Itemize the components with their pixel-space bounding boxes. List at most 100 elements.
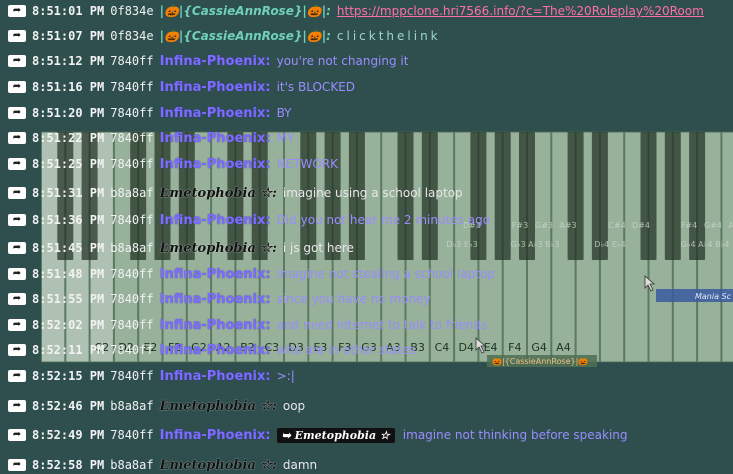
user-name[interactable]: Infina-Phoenix: <box>160 318 271 333</box>
user-name[interactable]: Emetophobia ☆: <box>160 186 277 201</box>
chat-message: ➦ 8:52:15 PM 7840ff Infina-Phoenix: >:| <box>8 367 295 385</box>
message-text: oop <box>282 399 306 413</box>
chat-message: ➦ 8:51:45 PM b8a8af Emetophobia ☆: i js got … <box>8 239 354 257</box>
message-time: 8:51:25 PM <box>32 157 105 171</box>
user-name[interactable]: Infina-Phoenix: <box>160 292 271 307</box>
reply-button[interactable]: ➦ <box>8 55 26 67</box>
reply-mention[interactable]: ➥ Emetophobia ☆ <box>276 427 395 443</box>
message-text: imagine not thinking before speaking <box>402 428 628 442</box>
reply-arrow-icon: ➦ <box>12 55 22 66</box>
reply-button[interactable]: ➦ <box>8 344 26 356</box>
chat-message: ➦ 8:52:11 PM 7840ff Infina-Phoenix: who are … <box>8 341 416 359</box>
reply-arrow-icon: ➦ <box>12 293 22 304</box>
chat-message: ➦ 8:52:02 PM 7840ff Infina-Phoenix: and need… <box>8 316 487 334</box>
message-link[interactable]: https://mppclone.hri7566.info/?c=The%20R… <box>337 4 704 18</box>
reply-button[interactable]: ➦ <box>8 400 26 412</box>
chat-log: ➦ 8:51:01 PM 0f834e |🎃|{CassieAnnRose}|🎃|: h… <box>0 0 733 474</box>
reply-button[interactable]: ➦ <box>8 5 26 17</box>
user-id: 7840ff <box>110 267 154 281</box>
user-id: b8a8af <box>110 241 154 255</box>
user-id: 7840ff <box>110 80 154 94</box>
reply-arrow-icon: ➦ <box>12 344 22 355</box>
reply-arrow-icon: ➦ <box>12 132 22 143</box>
reply-button[interactable]: ➦ <box>8 30 26 42</box>
message-text: BY <box>276 106 292 120</box>
chat-message: ➦ 8:51:20 PM 7840ff Infina-Phoenix: BY <box>8 104 292 122</box>
user-name[interactable]: Infina-Phoenix: <box>160 428 271 443</box>
reply-button[interactable]: ➦ <box>8 187 26 199</box>
reply-button[interactable]: ➦ <box>8 459 26 471</box>
reply-arrow-icon: ➦ <box>12 242 22 253</box>
chat-message: ➦ 8:51:12 PM 7840ff Infina-Phoenix: you're n… <box>8 52 408 70</box>
reply-arrow-icon: ➦ <box>12 459 22 470</box>
user-name[interactable]: Infina-Phoenix: <box>160 106 271 121</box>
user-name[interactable]: Infina-Phoenix: <box>160 54 271 69</box>
message-time: 8:52:58 PM <box>32 458 105 472</box>
user-id: b8a8af <box>110 458 154 472</box>
message-time: 8:51:36 PM <box>32 213 105 227</box>
message-text: imagine not stealing a school laptop <box>276 267 496 281</box>
user-id: 0f834e <box>110 4 154 18</box>
message-text: it's BLOCKED <box>276 80 356 94</box>
reply-button[interactable]: ➦ <box>8 81 26 93</box>
message-time: 8:51:48 PM <box>32 267 105 281</box>
message-text: Did you not hear me 2 minutes ago <box>276 213 491 227</box>
user-name[interactable]: Emetophobia ☆: <box>160 399 277 414</box>
reply-arrow-icon: ➦ <box>12 370 22 381</box>
user-id: 7840ff <box>110 369 154 383</box>
user-name[interactable]: Infina-Phoenix: <box>160 343 271 358</box>
message-text: MY <box>276 131 295 145</box>
user-name[interactable]: Infina-Phoenix: <box>160 369 271 384</box>
reply-arrow-icon: ➦ <box>12 187 22 198</box>
message-time: 8:52:02 PM <box>32 318 105 332</box>
user-name[interactable]: Emetophobia ☆: <box>160 458 277 473</box>
user-id: 7840ff <box>110 131 154 145</box>
user-id: 7840ff <box>110 54 154 68</box>
reply-button[interactable]: ➦ <box>8 132 26 144</box>
user-name[interactable]: |🎃|{CassieAnnRose}|🎃|: <box>160 4 331 18</box>
reply-button[interactable]: ➦ <box>8 214 26 226</box>
chat-message: ➦ 8:51:36 PM 7840ff Infina-Phoenix: Did you … <box>8 211 490 229</box>
message-time: 8:52:11 PM <box>32 343 105 357</box>
user-name[interactable]: Infina-Phoenix: <box>160 80 271 95</box>
message-time: 8:52:15 PM <box>32 369 105 383</box>
user-name[interactable]: |🎃|{CassieAnnRose}|🎃|: <box>160 29 331 43</box>
reply-arrow-icon: ➦ <box>12 400 22 411</box>
chat-message: ➦ 8:51:16 PM 7840ff Infina-Phoenix: it's BLO… <box>8 78 355 96</box>
reply-arrow-icon: ➦ <box>12 30 22 41</box>
user-name[interactable]: Infina-Phoenix: <box>160 267 271 282</box>
user-name[interactable]: Infina-Phoenix: <box>160 157 271 172</box>
message-text: you're not changing it <box>276 54 409 68</box>
user-id: 7840ff <box>110 428 154 442</box>
reply-arrow-icon: ➦ <box>12 429 22 440</box>
message-text: >:| <box>276 369 295 383</box>
user-name[interactable]: Infina-Phoenix: <box>160 131 271 146</box>
reply-button[interactable]: ➦ <box>8 268 26 280</box>
message-time: 8:52:46 PM <box>32 399 105 413</box>
message-text: i js got here <box>282 241 354 255</box>
message-time: 8:51:12 PM <box>32 54 105 68</box>
reply-arrow-icon: ➦ <box>12 81 22 92</box>
user-name[interactable]: Infina-Phoenix: <box>160 213 271 228</box>
chat-message: ➦ 8:52:49 PM 7840ff Infina-Phoenix: ➥ Emetop… <box>8 426 628 444</box>
message-time: 8:51:55 PM <box>32 292 105 306</box>
user-id: 7840ff <box>110 157 154 171</box>
user-id: 7840ff <box>110 106 154 120</box>
chat-message: ➦ 8:51:55 PM 7840ff Infina-Phoenix: since yo… <box>8 290 431 308</box>
message-text: who are in other states <box>276 343 416 357</box>
message-text: and need internet to talk to friends <box>276 318 488 332</box>
user-name[interactable]: Emetophobia ☆: <box>160 241 277 256</box>
reply-arrow-icon: ➦ <box>12 107 22 118</box>
reply-button[interactable]: ➦ <box>8 107 26 119</box>
reply-button[interactable]: ➦ <box>8 319 26 331</box>
reply-arrow-icon: ➦ <box>12 158 22 169</box>
user-id: b8a8af <box>110 186 154 200</box>
reply-button[interactable]: ➦ <box>8 293 26 305</box>
reply-arrow-icon: ➦ <box>12 268 22 279</box>
reply-button[interactable]: ➦ <box>8 242 26 254</box>
user-id: b8a8af <box>110 399 154 413</box>
reply-button[interactable]: ➦ <box>8 158 26 170</box>
reply-button[interactable]: ➦ <box>8 429 26 441</box>
message-time: 8:51:22 PM <box>32 131 105 145</box>
reply-button[interactable]: ➦ <box>8 370 26 382</box>
